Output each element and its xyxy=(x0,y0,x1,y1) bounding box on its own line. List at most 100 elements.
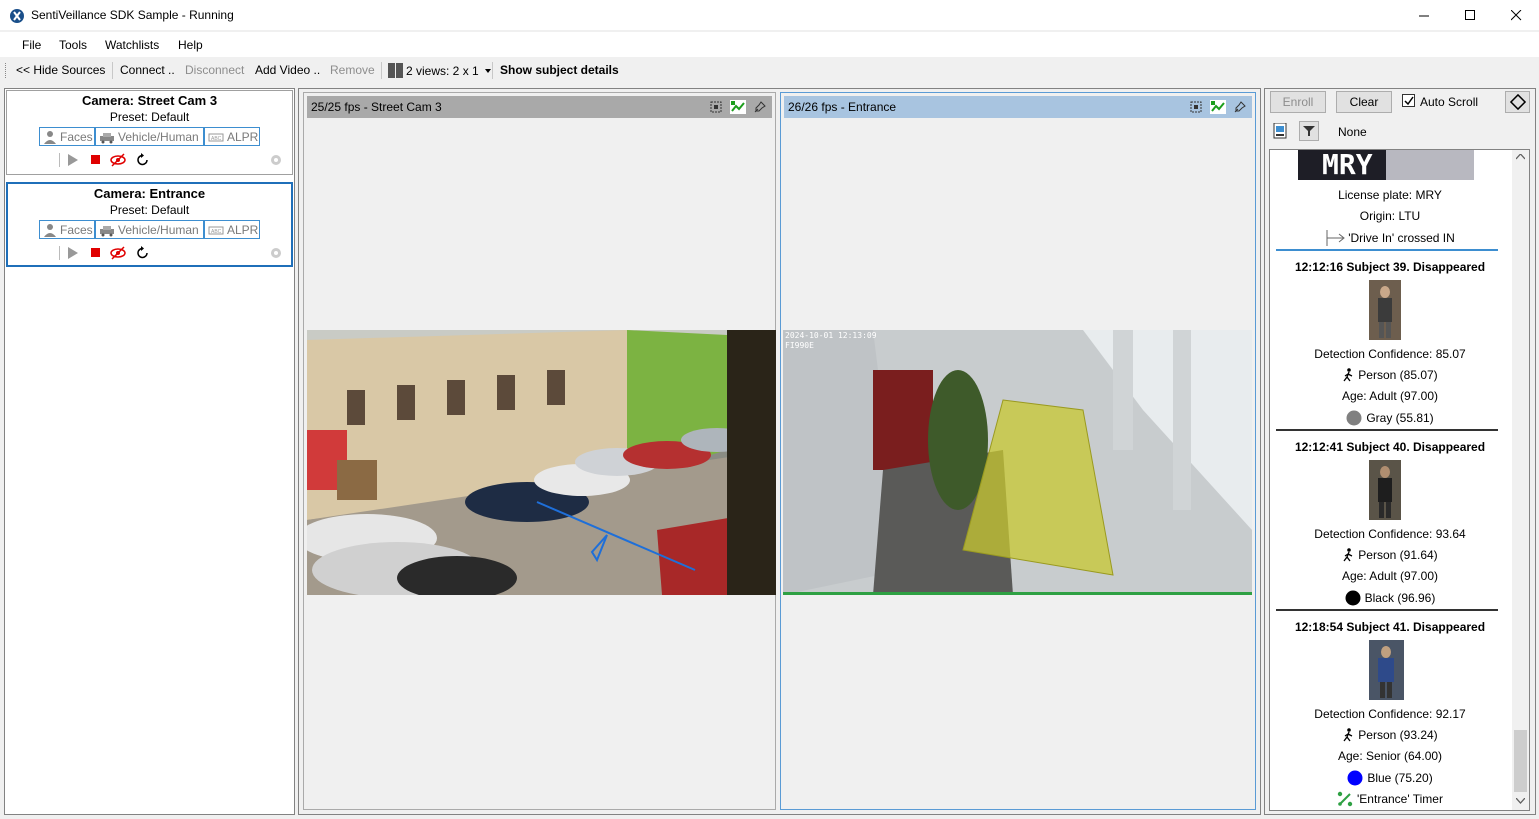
play-icon[interactable] xyxy=(67,246,79,260)
vehicle-human-label: Vehicle/Human xyxy=(118,129,199,144)
street-cam-video[interactable] xyxy=(307,330,776,595)
source-preset: Preset: Default xyxy=(109,110,190,124)
source-title: Camera: Entrance xyxy=(93,186,206,201)
views-label: 2 views: 2 x 1 xyxy=(406,63,479,78)
refresh-icon[interactable] xyxy=(136,153,150,167)
play-icon[interactable] xyxy=(67,153,79,167)
faces-toggle[interactable]: Faces xyxy=(39,220,95,239)
color-label: Blue (75.20) xyxy=(1367,771,1433,785)
stop-icon[interactable] xyxy=(91,248,101,258)
auto-scroll-checkbox[interactable] xyxy=(1402,94,1415,107)
person-label: Person (91.64) xyxy=(1358,548,1438,562)
faces-toggle[interactable]: Faces xyxy=(39,127,95,146)
source-card-entrance[interactable]: Camera: Entrance Preset: Default Faces V… xyxy=(6,182,293,267)
hide-overlay-icon[interactable] xyxy=(110,246,126,260)
video-view-entrance[interactable]: 26/26 fps - Entrance 2024-10-01 12:13:09… xyxy=(780,92,1256,810)
title-bar: SentiVeillance SDK Sample - Running xyxy=(0,0,1539,31)
age-attribute: Age: Adult (97.00) xyxy=(1341,389,1439,403)
save-image-icon xyxy=(1273,123,1287,139)
scrollbar-thumb[interactable] xyxy=(1514,730,1527,792)
refresh-icon[interactable] xyxy=(136,246,150,260)
zone-timer-icon xyxy=(1337,791,1353,807)
track-view-icon[interactable] xyxy=(1209,98,1227,116)
entrance-video[interactable]: 2024-10-01 12:13:09 FI990E xyxy=(783,330,1252,595)
toolbar-separator xyxy=(492,62,493,79)
pin-icon[interactable] xyxy=(1231,98,1249,116)
gear-icon[interactable] xyxy=(269,246,283,260)
hide-overlay-icon[interactable] xyxy=(110,153,126,167)
filter-value: None xyxy=(1338,125,1367,139)
enroll-button[interactable]: Enroll xyxy=(1270,91,1326,113)
connect-button[interactable]: Connect .. xyxy=(120,63,175,77)
minimize-button[interactable] xyxy=(1401,0,1447,31)
view-icons xyxy=(1187,98,1249,116)
menu-help[interactable]: Help xyxy=(178,38,203,52)
scroll-down-icon[interactable] xyxy=(1516,798,1525,804)
event-list-scrollbar[interactable] xyxy=(1512,150,1529,810)
person-attribute: Person (85.07) xyxy=(1270,368,1510,382)
toolbar-grip[interactable] xyxy=(5,63,8,78)
toolbar-separator xyxy=(381,62,382,79)
menu-tools[interactable]: Tools xyxy=(59,38,87,52)
subject-thumbnail xyxy=(1369,640,1404,700)
menu-file[interactable]: File xyxy=(22,38,41,52)
timer-label: 'Entrance' Timer xyxy=(1357,792,1443,806)
detection-confidence: Detection Confidence: 92.17 xyxy=(1314,707,1466,721)
alpr-toggle[interactable]: ABC ALPR xyxy=(204,220,260,239)
walking-person-icon xyxy=(1343,368,1353,382)
views-dropdown[interactable]: 2 views: 2 x 1 xyxy=(388,63,493,78)
vehicle-human-toggle[interactable]: Vehicle/Human xyxy=(95,220,204,239)
detection-confidence: Detection Confidence: 93.64 xyxy=(1314,527,1466,541)
fit-view-icon[interactable] xyxy=(1187,98,1205,116)
window-title: SentiVeillance SDK Sample - Running xyxy=(31,8,234,22)
track-view-icon[interactable] xyxy=(729,98,747,116)
color-swatch-icon xyxy=(1347,770,1363,786)
color-label: Black (96.96) xyxy=(1364,591,1436,605)
fit-view-icon[interactable] xyxy=(707,98,725,116)
filter-button[interactable] xyxy=(1299,121,1319,141)
person-label: Person (85.07) xyxy=(1358,368,1438,382)
person-label: Person (93.24) xyxy=(1358,728,1438,742)
view-header-label: 25/25 fps - Street Cam 3 xyxy=(311,100,442,114)
color-attribute: Black (96.96) xyxy=(1270,590,1510,606)
sources-panel: Camera: Street Cam 3 Preset: Default Fac… xyxy=(4,88,295,815)
menu-watchlists[interactable]: Watchlists xyxy=(105,38,159,52)
video-view-street-cam[interactable]: 25/25 fps - Street Cam 3 xyxy=(303,92,776,810)
source-card-street-cam[interactable]: Camera: Street Cam 3 Preset: Default Fac… xyxy=(6,90,293,175)
remove-button[interactable]: Remove xyxy=(330,63,375,77)
show-subject-details-button[interactable]: Show subject details xyxy=(500,63,619,77)
toolbar-separator xyxy=(112,62,113,79)
event-list[interactable]: MRY License plate: MRY Origin: LTU 'Driv… xyxy=(1269,149,1530,811)
view-header-label: 26/26 fps - Entrance xyxy=(788,100,897,114)
age-attribute: Age: Adult (97.00) xyxy=(1341,569,1439,583)
street-cam-image xyxy=(307,330,776,595)
plate-thumbnail: MRY xyxy=(1298,150,1474,180)
person-thumbnail-image xyxy=(1378,466,1392,518)
pin-icon[interactable] xyxy=(751,98,769,116)
save-image-button[interactable] xyxy=(1270,121,1290,141)
video-area: 25/25 fps - Street Cam 3 26/26 fps - Ent… xyxy=(298,88,1261,815)
disconnect-button[interactable]: Disconnect xyxy=(185,63,244,77)
gear-icon[interactable] xyxy=(269,153,283,167)
scroll-up-icon[interactable] xyxy=(1516,154,1525,160)
faces-label: Faces xyxy=(60,222,93,237)
menu-bar: File Tools Watchlists Help xyxy=(0,32,1539,57)
source-title: Camera: Street Cam 3 xyxy=(81,93,218,108)
event-header: 12:12:41 Subject 40. Disappeared xyxy=(1294,440,1486,454)
vehicle-human-toggle[interactable]: Vehicle/Human xyxy=(95,127,204,146)
event-header: 12:18:54 Subject 41. Disappeared xyxy=(1294,620,1486,634)
clear-button[interactable]: Clear xyxy=(1336,91,1392,113)
alpr-toggle[interactable]: ABC ALPR xyxy=(204,127,260,146)
color-attribute: Blue (75.20) xyxy=(1270,770,1510,786)
check-icon xyxy=(1403,96,1414,105)
plate-text: MRY xyxy=(1322,150,1373,180)
add-video-button[interactable]: Add Video .. xyxy=(255,63,320,77)
hide-sources-button[interactable]: << Hide Sources xyxy=(16,63,105,77)
view-icons xyxy=(707,98,769,116)
maximize-button[interactable] xyxy=(1447,0,1493,31)
color-attribute: Gray (55.81) xyxy=(1270,410,1510,426)
stop-icon[interactable] xyxy=(91,155,101,165)
color-swatch-icon xyxy=(1345,590,1361,606)
close-button[interactable] xyxy=(1493,0,1539,31)
rotate-layout-button[interactable] xyxy=(1505,91,1530,113)
